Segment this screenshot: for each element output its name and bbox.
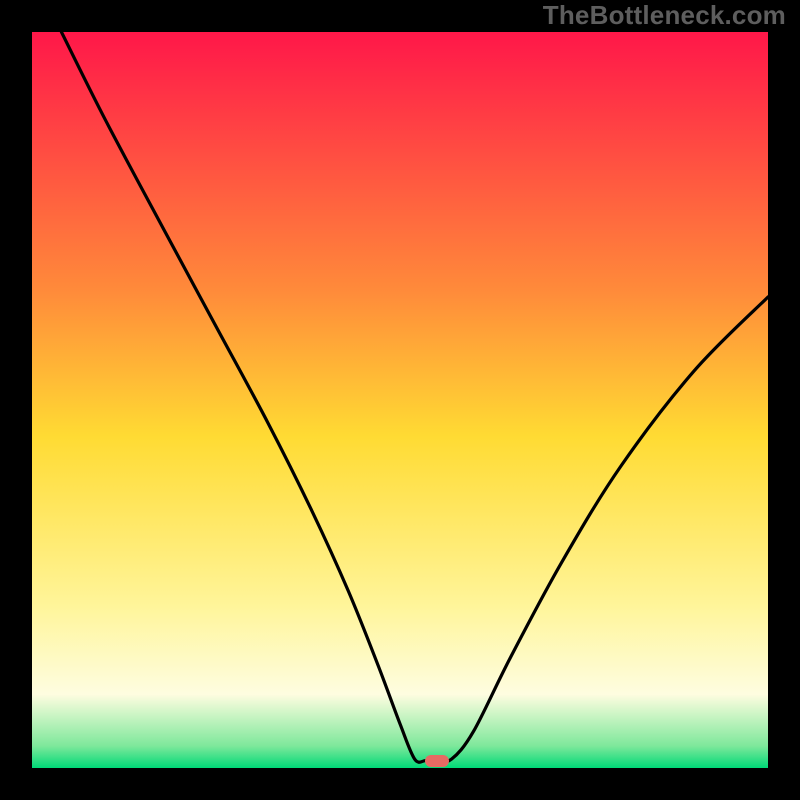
chart-frame: TheBottleneck.com xyxy=(0,0,800,800)
watermark-text: TheBottleneck.com xyxy=(543,0,786,31)
chart-line xyxy=(32,32,768,768)
chart-plot-area xyxy=(32,32,768,768)
chart-marker xyxy=(425,755,449,767)
